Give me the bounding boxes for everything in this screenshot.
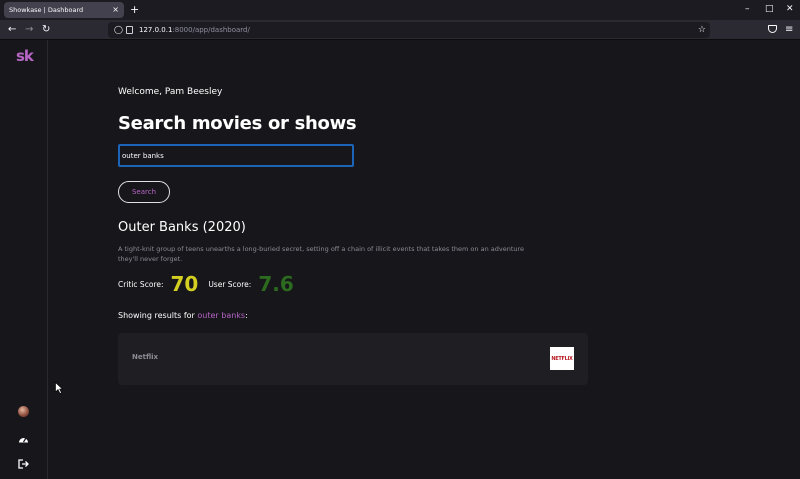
forward-icon[interactable]: → — [25, 23, 33, 37]
search-input[interactable] — [118, 144, 354, 167]
netflix-logo[interactable]: NETFLIX — [550, 347, 574, 370]
url-bar[interactable]: ◯ 127.0.0.1:8000/app/dashboard/ ☆ — [108, 22, 710, 38]
pocket-icon[interactable] — [768, 25, 777, 33]
critic-score-label: Critic Score: — [118, 279, 164, 289]
sidebar: sk — [0, 40, 48, 479]
menu-icon[interactable]: ≡ — [785, 23, 793, 37]
reload-icon[interactable]: ↻ — [42, 23, 50, 37]
close-window-button[interactable]: ✕ — [786, 3, 794, 15]
showing-results-text: Showing results for outer banks: — [118, 311, 248, 320]
query-link[interactable]: outer banks — [197, 311, 245, 320]
tab-close-icon[interactable]: × — [112, 6, 119, 14]
user-score: 7.6 — [258, 272, 294, 296]
cursor-icon — [55, 382, 63, 394]
maximize-button[interactable]: □ — [765, 3, 774, 15]
star-icon[interactable]: ☆ — [698, 24, 706, 36]
search-button[interactable]: Search — [118, 181, 170, 203]
url-text[interactable]: 127.0.0.1:8000/app/dashboard/ — [139, 24, 250, 36]
browser-tab[interactable]: Showkase | Dashboard × — [4, 2, 124, 18]
logo[interactable]: sk — [16, 47, 34, 65]
shield-icon[interactable]: ◯ — [114, 24, 123, 36]
welcome-text: Welcome, Pam Beesley — [118, 87, 223, 97]
minimize-button[interactable]: – — [745, 3, 750, 15]
app: sk Welcome, Pam Beesley Search movies or… — [0, 40, 800, 479]
logout-icon[interactable] — [18, 459, 29, 469]
scores: Critic Score: 70 User Score: 7.6 — [118, 272, 294, 296]
tab-title: Showkase | Dashboard — [9, 6, 84, 14]
back-icon[interactable]: ← — [8, 23, 16, 37]
result-overview: A tight-knit group of teens unearths a l… — [118, 245, 525, 263]
lock-icon[interactable] — [126, 26, 133, 34]
critic-score: 70 — [170, 272, 199, 296]
browser-tabbar: Showkase | Dashboard × + – □ ✕ — [0, 0, 800, 20]
result-title: Outer Banks (2020) — [118, 220, 246, 235]
page-title: Search movies or shows — [118, 113, 357, 134]
user-score-label: User Score: — [208, 279, 252, 289]
gauge-icon[interactable] — [18, 435, 29, 443]
provider-name: Netflix — [132, 353, 159, 361]
new-tab-button[interactable]: + — [130, 3, 139, 17]
avatar[interactable] — [18, 406, 29, 417]
provider-card[interactable]: Netflix NETFLIX — [118, 333, 588, 385]
browser-navbar: ← → ↻ ◯ 127.0.0.1:8000/app/dashboard/ ☆ … — [0, 20, 800, 40]
